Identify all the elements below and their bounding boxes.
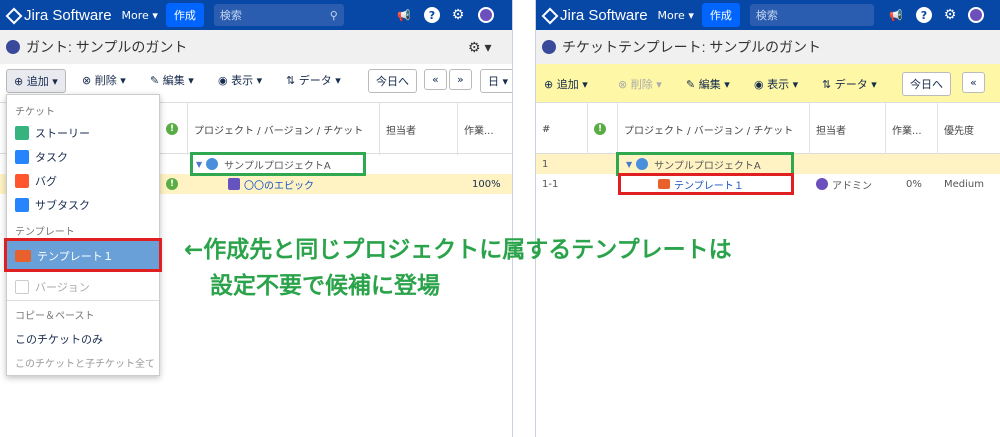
edit-button[interactable]: ✎ 編集 ▾ [686,76,730,92]
avatar[interactable] [968,7,984,23]
edit-button[interactable]: ✎ 編集 ▾ [150,72,194,88]
version-icon [15,280,29,294]
subtask-icon [15,198,29,212]
row-name[interactable]: 〇〇のエピック [244,177,314,192]
help-icon[interactable]: ? [916,7,932,23]
jira-logo-icon [6,8,20,22]
view-button[interactable]: ◉ 表示 ▾ [218,72,262,88]
settings-gear-icon[interactable]: ⚙ ▾ [468,39,491,56]
task-icon [15,150,29,164]
priority-value: Medium [944,178,984,190]
gear-icon[interactable]: ⚙ [450,7,466,23]
red-highlight [4,238,162,272]
page-header: チケットテンプレート: サンプルのガント [536,30,1000,64]
today-button[interactable]: 今日へ [902,72,951,96]
top-nav: Jira Software More ▾ 作成 検索 ⚲ 📢 ? ⚙ [0,0,512,30]
add-dropdown-menu: チケット ストーリー タスク バグ サブタスク テンプレート テンプレート１ バ… [6,94,160,376]
project-icon [6,40,20,54]
story-icon [15,126,29,140]
project-column-header[interactable]: プロジェクト / バージョン / チケット [188,103,380,155]
page-title: ガント: サンプルのガント [26,39,188,55]
page-header: ガント: サンプルのガント ⚙ ▾ [0,30,512,64]
page-title: チケットテンプレート: サンプルのガント [562,39,821,55]
annotation-text: ←作成先と同じプロジェクトに属するテンプレートは 設定不要で候補に登場 [184,237,732,299]
delete-button[interactable]: ⊗ 削除 ▾ [82,72,126,88]
gear-icon[interactable]: ⚙ [942,7,958,23]
view-button[interactable]: ◉ 表示 ▾ [754,76,798,92]
table-header: # ! プロジェクト / バージョン / チケット 担当者 作業... 優先度 [536,102,1000,155]
today-button[interactable]: 今日へ [368,69,417,93]
alert-icon: ! [166,178,178,190]
work-value: 0% [906,178,922,190]
create-button[interactable]: 作成 [165,3,204,27]
work-value: 100% [472,178,501,190]
help-icon[interactable]: ? [424,7,440,23]
work-column-header[interactable]: 作業... [886,103,938,155]
alert-icon: ! [594,123,606,135]
status-column: ! [160,103,188,155]
scale-button[interactable]: 日 ▾ [480,69,512,93]
search-icon: ⚲ [329,8,338,22]
alert-icon: ! [166,123,178,135]
prev-button[interactable]: « [424,69,447,90]
section-ticket-label: チケット [15,107,55,118]
work-column-header[interactable]: 作業... [458,103,512,155]
gantt-panel: Jira Software More ▾ 作成 検索 ⚲ 📢 ? ⚙ ガント: サ… [0,0,513,437]
jira-logo-icon [542,8,556,22]
num-column-header[interactable]: # [536,103,588,155]
data-button[interactable]: ⇅ データ ▾ [286,72,341,88]
status-column: ! [588,103,618,155]
gantt-toolbar: ⊕ 追加 ▾ ⊗ 削除 ▾ ✎ 編集 ▾ ◉ 表示 ▾ ⇅ データ ▾ 今日へ … [0,64,512,94]
data-button[interactable]: ⇅ データ ▾ [822,76,877,92]
search-input[interactable]: 検索 ⚲ [213,4,344,26]
menu-item-subtask[interactable]: サブタスク [15,197,90,213]
megaphone-icon[interactable]: 📢 [396,7,412,23]
project-column-header[interactable]: プロジェクト / バージョン / チケット [618,103,810,155]
menu-item-this-ticket[interactable]: このチケットのみ [15,331,103,347]
avatar[interactable] [478,7,494,23]
project-icon [542,40,556,54]
jira-logo[interactable]: Jira Software [542,7,648,24]
row-num: 1 [542,158,549,170]
top-nav: Jira Software More ▾ 作成 検索 📢 ? ⚙ [536,0,1000,30]
add-button[interactable]: ⊕ 追加 ▾ [544,76,588,92]
assignee-column-header[interactable]: 担当者 [380,103,458,155]
more-menu[interactable]: More ▾ [658,9,694,22]
template-panel: Jira Software More ▾ 作成 検索 📢 ? ⚙ チケットテンプ… [535,0,1000,437]
delete-button[interactable]: ⊗ 削除 ▾ [618,76,662,92]
next-button[interactable]: » [449,69,472,90]
menu-item-story[interactable]: ストーリー [15,125,90,141]
menu-item-ticket-children[interactable]: このチケットと子チケット全て [15,355,155,370]
assignee-avatar [816,178,828,190]
more-menu[interactable]: More ▾ [122,9,158,22]
priority-column-header[interactable]: 優先度 [938,103,1000,155]
assignee-column-header[interactable]: 担当者 [810,103,886,155]
menu-item-version: バージョン [15,279,90,295]
add-button[interactable]: ⊕ 追加 ▾ [6,69,66,93]
section-template-label: テンプレート [15,227,75,238]
row-num: 1-1 [542,178,559,190]
search-input[interactable]: 検索 [749,4,874,26]
jira-logo[interactable]: Jira Software [6,7,112,24]
green-highlight [190,152,366,176]
epic-icon [228,178,240,190]
bug-icon [15,174,29,188]
megaphone-icon[interactable]: 📢 [888,7,904,23]
section-copy-label: コピー＆ペースト [15,311,95,322]
template-toolbar: ⊕ 追加 ▾ ⊗ 削除 ▾ ✎ 編集 ▾ ◉ 表示 ▾ ⇅ データ ▾ 今日へ … [536,64,1000,102]
red-highlight [618,173,794,195]
prev-button[interactable]: « [962,72,985,93]
menu-item-bug[interactable]: バグ [15,173,57,189]
menu-item-task[interactable]: タスク [15,149,68,165]
create-button[interactable]: 作成 [701,3,740,27]
